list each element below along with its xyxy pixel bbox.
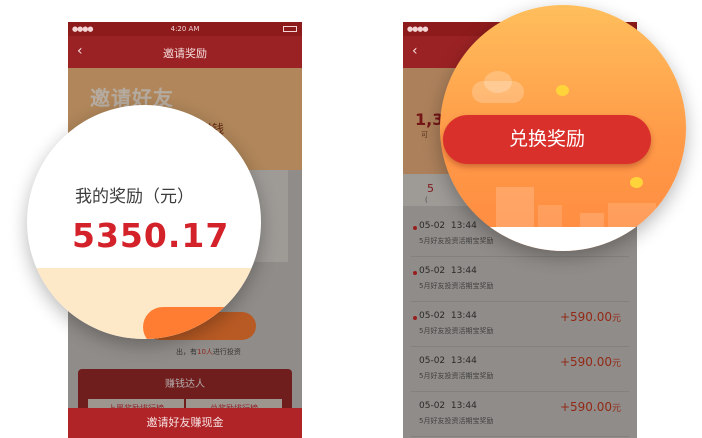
coin-icon — [556, 85, 569, 96]
status-time: 4:20 AM — [170, 25, 200, 33]
my-reward-label: 我的奖励（元） — [75, 187, 194, 207]
nav-bar: ‹ 邀请奖励 — [68, 36, 302, 68]
exchange-magnifier: 兑换奖励 — [440, 5, 686, 251]
cloud-decoration — [484, 71, 512, 93]
invite-button-zoom[interactable] — [143, 307, 261, 339]
battery-icon — [283, 26, 297, 32]
exchange-reward-button[interactable]: 兑换奖励 — [443, 115, 651, 164]
magnifier-bottom — [440, 227, 686, 251]
coin-icon — [630, 177, 643, 188]
my-reward-magnifier: 我的奖励（元） 5350.17 — [27, 105, 261, 339]
status-bar: ●●●● 4:20 AM — [68, 22, 302, 36]
back-icon[interactable]: ‹ — [412, 43, 418, 59]
page-title: 邀请奖励 — [163, 47, 207, 60]
invite-friends-button[interactable]: 邀请好友赚现金 — [68, 408, 302, 438]
my-reward-value: 5350.17 — [72, 216, 230, 255]
